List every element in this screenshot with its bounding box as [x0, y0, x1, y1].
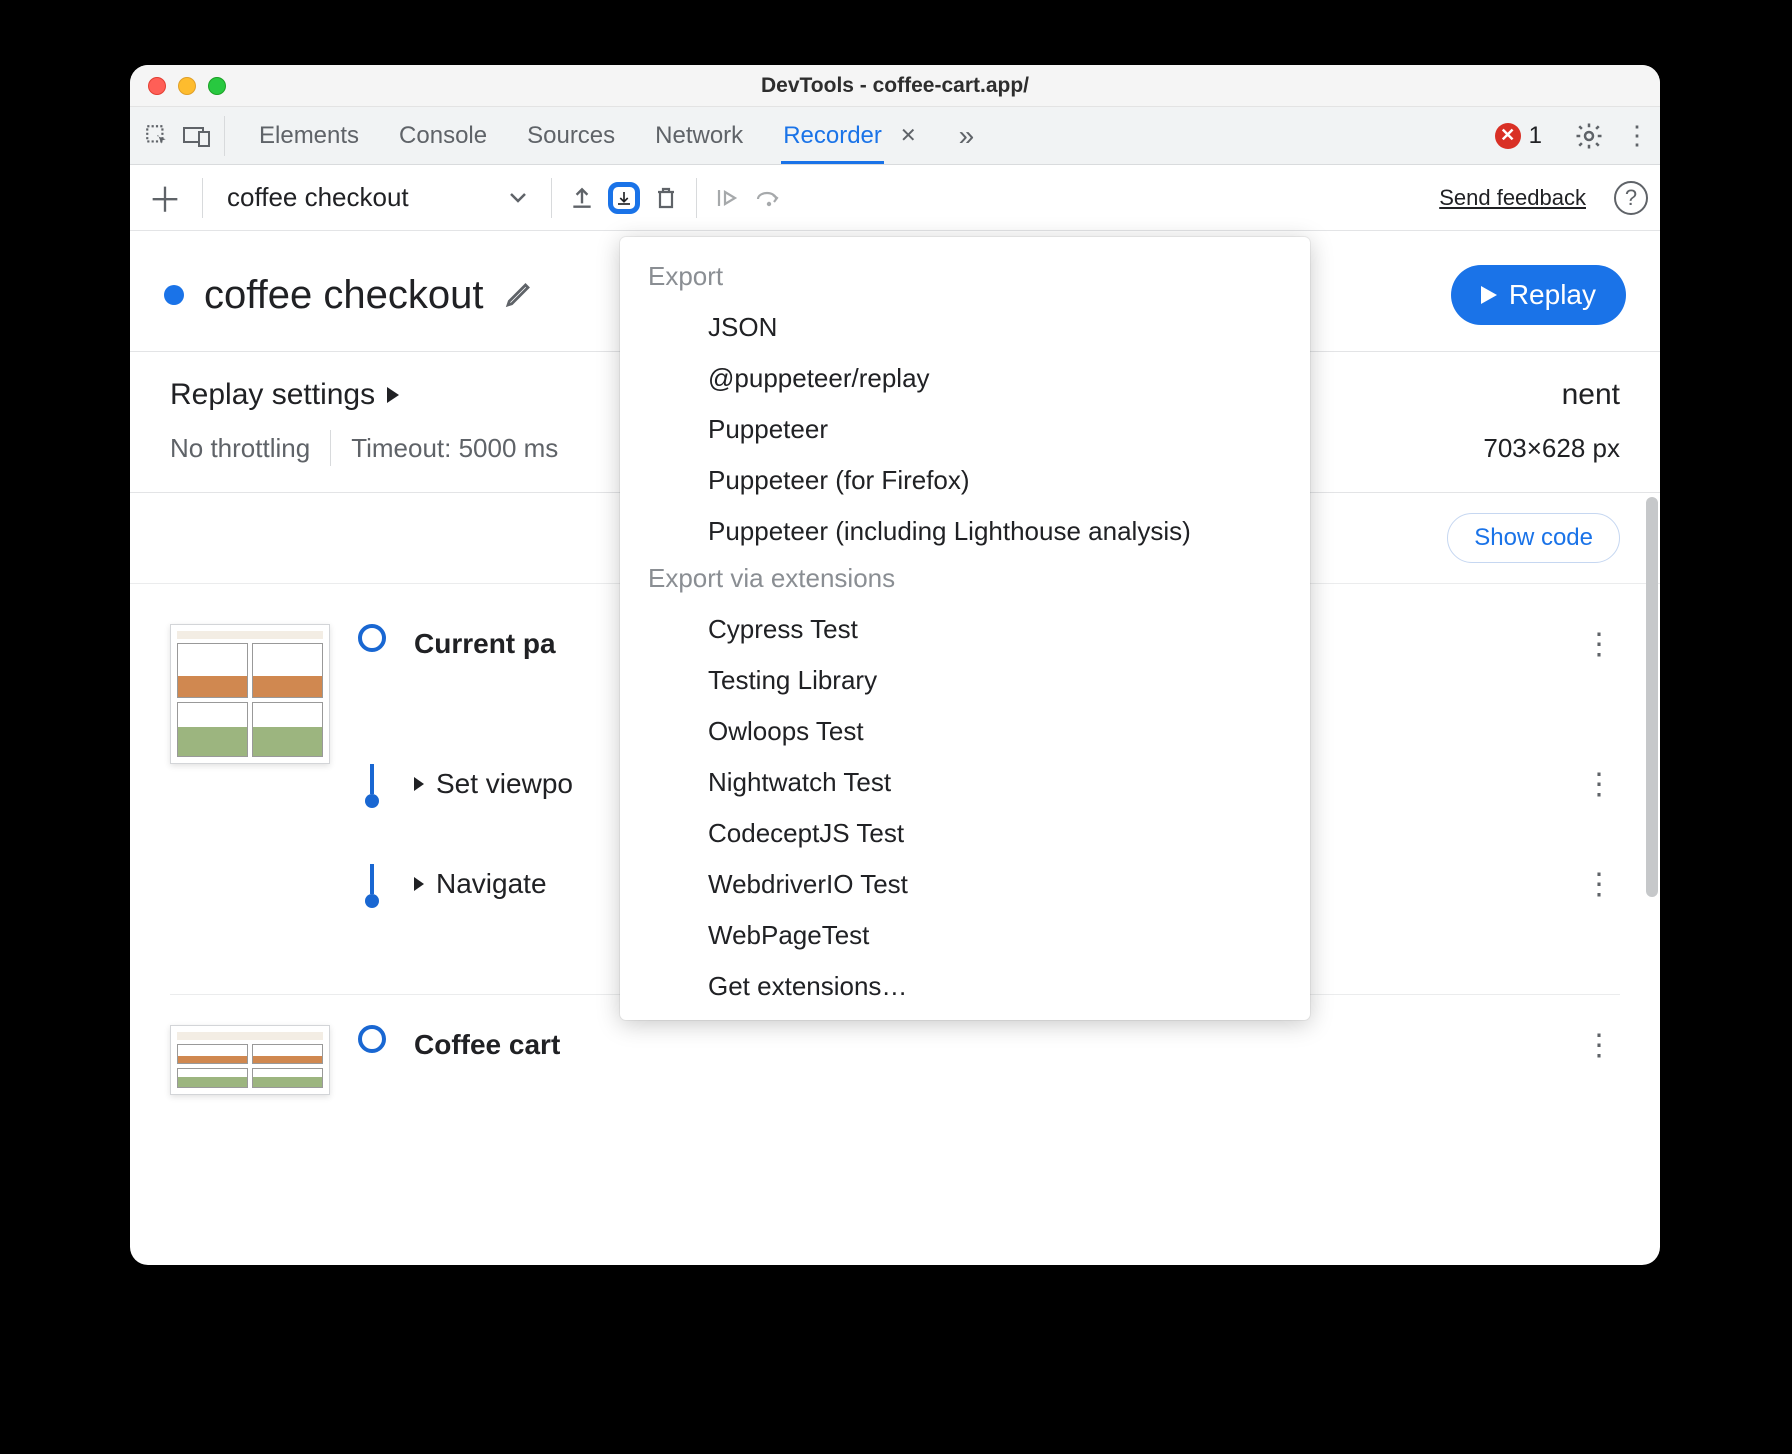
step-label[interactable]: Current pa — [414, 628, 556, 660]
recording-title: coffee checkout — [204, 273, 483, 318]
export-puppeteer-firefox[interactable]: Puppeteer (for Firefox) — [620, 455, 1310, 506]
devtools-tabs: Elements Console Sources Network Recorde… — [130, 107, 1660, 165]
replay-label: Replay — [1509, 279, 1596, 311]
export-button[interactable] — [608, 182, 640, 214]
send-feedback-link[interactable]: Send feedback — [1439, 185, 1586, 211]
new-recording-button[interactable]: ＋ — [142, 173, 188, 222]
export-get-extensions[interactable]: Get extensions… — [620, 961, 1310, 1012]
timeline-subnode-icon — [365, 794, 379, 808]
step-label[interactable]: Navigate — [414, 868, 547, 900]
throttling-value: No throttling — [170, 433, 310, 464]
export-webdriverio[interactable]: WebdriverIO Test — [620, 859, 1310, 910]
tab-console[interactable]: Console — [397, 108, 489, 164]
timeline-subnode-icon — [365, 894, 379, 908]
tabs-list: Elements Console Sources Network Recorde… — [257, 108, 974, 164]
devtools-window: DevTools - coffee-cart.app/ Elements Con… — [130, 65, 1660, 1265]
replay-settings-label: Replay settings — [170, 378, 375, 412]
device-toggle-icon[interactable] — [180, 119, 214, 153]
step-thumbnail — [170, 624, 330, 764]
replay-button[interactable]: Replay — [1451, 265, 1626, 325]
step-menu-icon[interactable]: ⋮ — [1584, 1028, 1620, 1063]
titlebar: DevTools - coffee-cart.app/ — [130, 65, 1660, 107]
chevron-right-icon — [387, 387, 399, 403]
export-puppeteer-lighthouse[interactable]: Puppeteer (including Lighthouse analysis… — [620, 506, 1310, 557]
step-coffee-cart: Coffee cart ⋮ — [170, 1025, 1620, 1145]
window-title: DevTools - coffee-cart.app/ — [130, 74, 1660, 98]
more-menu-icon[interactable]: ⋮ — [1624, 120, 1650, 151]
help-icon[interactable]: ? — [1614, 181, 1648, 215]
expand-icon — [414, 877, 424, 891]
step-menu-icon[interactable]: ⋮ — [1584, 767, 1620, 802]
export-header: Export — [620, 255, 1310, 302]
edit-title-icon[interactable] — [503, 280, 533, 310]
recorder-toolbar: ＋ coffee checkout Send feedback ? — [130, 165, 1660, 231]
expand-icon — [414, 777, 424, 791]
export-cypress[interactable]: Cypress Test — [620, 604, 1310, 655]
timeline-node-icon — [358, 624, 386, 652]
settings-icon[interactable] — [1574, 121, 1604, 151]
tab-network[interactable]: Network — [653, 108, 745, 164]
export-owloops[interactable]: Owloops Test — [620, 706, 1310, 757]
scrollbar[interactable] — [1646, 497, 1658, 897]
replay-settings-toggle[interactable]: Replay settings — [170, 378, 399, 412]
recording-select[interactable]: coffee checkout — [217, 182, 537, 213]
step-label[interactable]: Coffee cart — [414, 1029, 560, 1061]
chevron-down-icon — [509, 192, 527, 204]
more-tabs-icon[interactable]: » — [959, 120, 975, 152]
export-codeceptjs[interactable]: CodeceptJS Test — [620, 808, 1310, 859]
timeline-node-icon — [358, 1025, 386, 1053]
export-puppeteer[interactable]: Puppeteer — [620, 404, 1310, 455]
step-thumbnail — [170, 1025, 330, 1095]
status-dot-icon — [164, 285, 184, 305]
tab-recorder[interactable]: Recorder — [781, 108, 884, 164]
step-over-button[interactable] — [753, 182, 785, 214]
export-webpagetest[interactable]: WebPageTest — [620, 910, 1310, 961]
error-count: 1 — [1529, 122, 1542, 150]
step-menu-icon[interactable]: ⋮ — [1584, 627, 1620, 662]
recording-select-value: coffee checkout — [227, 182, 409, 213]
timeout-value: Timeout: 5000 ms — [351, 433, 558, 464]
play-slow-button[interactable] — [711, 182, 743, 214]
step-label[interactable]: Set viewpo — [414, 768, 573, 800]
export-ext-header: Export via extensions — [620, 557, 1310, 604]
tab-sources[interactable]: Sources — [525, 108, 617, 164]
export-nightwatch[interactable]: Nightwatch Test — [620, 757, 1310, 808]
export-testing-library[interactable]: Testing Library — [620, 655, 1310, 706]
viewport-value: 703×628 px — [1483, 433, 1620, 464]
close-tab-icon[interactable]: ✕ — [900, 123, 917, 148]
environment-label: nent — [1562, 378, 1620, 412]
step-menu-icon[interactable]: ⋮ — [1584, 867, 1620, 902]
export-dropdown: Export JSON @puppeteer/replay Puppeteer … — [620, 237, 1310, 1020]
tab-elements[interactable]: Elements — [257, 108, 361, 164]
inspect-icon[interactable] — [140, 119, 174, 153]
play-icon — [1481, 286, 1497, 304]
error-badge[interactable]: ✕ 1 — [1495, 122, 1542, 150]
show-code-button[interactable]: Show code — [1447, 513, 1620, 563]
delete-button[interactable] — [650, 182, 682, 214]
import-button[interactable] — [566, 182, 598, 214]
export-puppeteer-replay[interactable]: @puppeteer/replay — [620, 353, 1310, 404]
export-json[interactable]: JSON — [620, 302, 1310, 353]
error-icon: ✕ — [1495, 123, 1521, 149]
